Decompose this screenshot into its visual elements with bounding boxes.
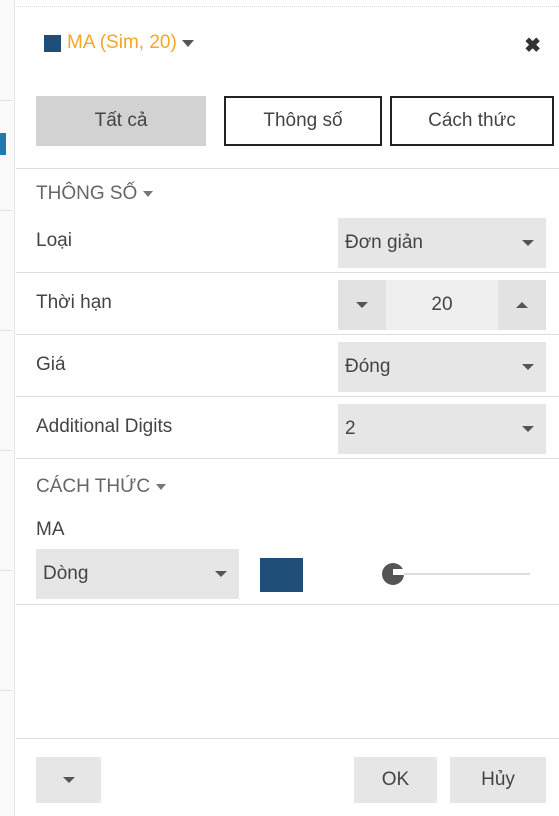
price-select[interactable]: Đóng (338, 342, 546, 392)
chevron-down-icon (522, 240, 534, 246)
page: MA (Sim, 20) ✖ Tất cả Thông số Cách thức… (0, 0, 559, 816)
line-name-label: MA (36, 519, 65, 540)
indicator-settings-dialog: MA (Sim, 20) ✖ Tất cả Thông số Cách thức… (16, 8, 559, 816)
tab-style[interactable]: Cách thức (390, 96, 554, 146)
background-gridline (0, 210, 12, 211)
indicator-title-dropdown[interactable]: MA (Sim, 20) (44, 32, 194, 54)
indicator-title: MA (Sim, 20) (67, 32, 177, 53)
opacity-slider-track[interactable] (388, 573, 530, 575)
chevron-down-icon (356, 302, 368, 308)
background-gridline (0, 690, 12, 691)
type-select[interactable]: Đơn giản (338, 218, 546, 268)
chevron-down-icon (522, 364, 534, 370)
dialog-header: MA (Sim, 20) ✖ (16, 8, 559, 78)
period-input[interactable]: 20 (386, 280, 498, 330)
digits-label: Additional Digits (36, 416, 173, 437)
background-chart-marker (0, 133, 6, 155)
divider (16, 396, 559, 397)
style-section-header[interactable]: CÁCH THỨC (36, 476, 167, 498)
line-type-select[interactable]: Dòng (36, 549, 239, 599)
divider (16, 738, 559, 739)
parameters-section-title: THÔNG SỐ (36, 183, 138, 204)
type-label: Loại (36, 230, 72, 251)
price-select-value: Đóng (345, 356, 391, 377)
divider (16, 458, 559, 459)
chevron-down-icon (156, 484, 167, 490)
period-label: Thời hạn (36, 292, 112, 313)
cancel-button[interactable]: Hủy (450, 757, 546, 803)
period-increment-button[interactable] (498, 280, 546, 330)
background-gridline (0, 570, 12, 571)
ok-button[interactable]: OK (354, 757, 437, 803)
tab-parameters[interactable]: Thông số (224, 96, 382, 146)
settings-tabs: Tất cả Thông số Cách thức (36, 96, 556, 148)
background-chart-edge (0, 0, 15, 816)
period-stepper: 20 (338, 280, 546, 330)
close-icon[interactable]: ✖ (524, 36, 541, 56)
digits-select[interactable]: 2 (338, 404, 546, 454)
divider (16, 272, 559, 273)
divider (16, 604, 559, 605)
line-color-picker[interactable] (260, 558, 303, 592)
chevron-up-icon (516, 302, 528, 308)
series-color-icon (44, 34, 61, 52)
chevron-down-icon (143, 191, 154, 197)
digits-select-value: 2 (345, 418, 356, 439)
line-type-value: Dòng (43, 563, 89, 584)
chevron-down-icon (215, 571, 227, 577)
style-section-title: CÁCH THỨC (36, 476, 151, 497)
chevron-down-icon (522, 426, 534, 432)
more-options-button[interactable] (36, 757, 101, 803)
background-gridline (0, 100, 12, 101)
chevron-down-icon (181, 39, 194, 47)
divider (16, 168, 559, 169)
period-decrement-button[interactable] (338, 280, 386, 330)
opacity-slider-handle[interactable] (382, 563, 404, 585)
chevron-down-icon (62, 777, 75, 783)
background-gridline (0, 330, 12, 331)
background-top-edge (14, 0, 559, 7)
background-gridline (0, 450, 12, 451)
type-select-value: Đơn giản (345, 232, 423, 253)
price-label: Giá (36, 354, 66, 375)
divider (16, 334, 559, 335)
slider-notch (393, 569, 404, 575)
tab-all[interactable]: Tất cả (36, 96, 206, 146)
parameters-section-header[interactable]: THÔNG SỐ (36, 183, 154, 205)
